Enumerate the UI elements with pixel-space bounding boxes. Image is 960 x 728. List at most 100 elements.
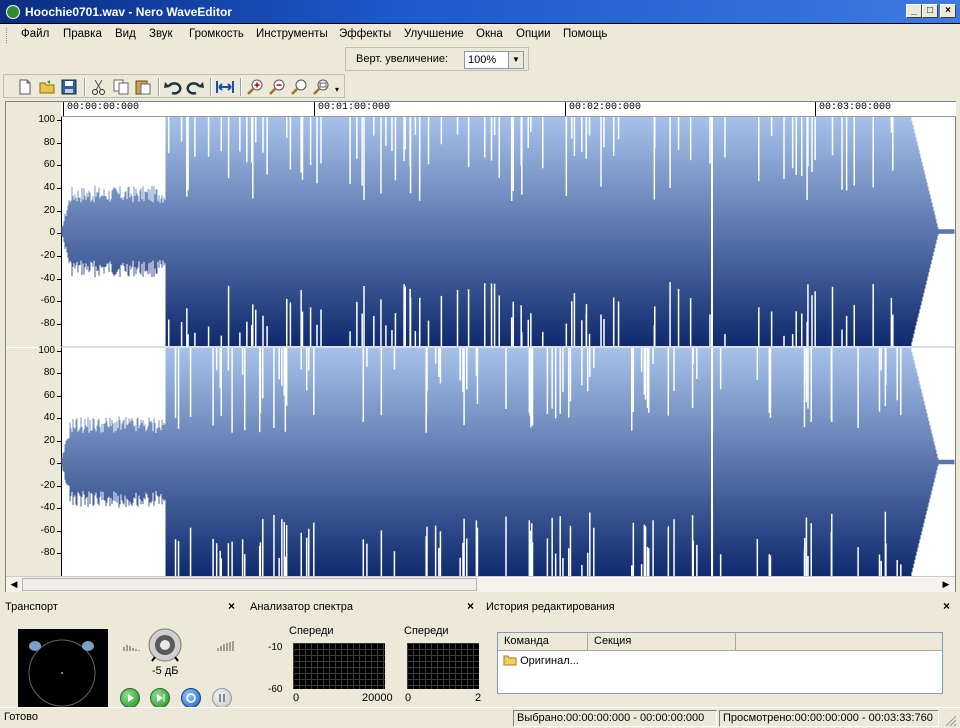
volume-value: -5 дБ: [152, 665, 179, 677]
new-file-icon[interactable]: [16, 78, 34, 96]
y-axis-channel-2: 100 80 60 40 20 0 -20 -40 -60 -80: [6, 345, 61, 576]
zoom-selection-icon[interactable]: [290, 78, 308, 96]
status-viewed: Просмотрено:00:00:00:000 - 00:03:33:760: [719, 710, 939, 727]
transport-scope: [18, 629, 108, 707]
column-header-section[interactable]: Секция: [588, 633, 736, 651]
paste-icon[interactable]: [134, 78, 152, 96]
status-ready: Готово: [4, 711, 38, 723]
y-axis-label: 0: [49, 227, 55, 239]
ruler-label: 00:02:00:000: [569, 102, 642, 113]
menu-tools[interactable]: Инструменты: [256, 28, 328, 40]
y-axis-label: 40: [43, 181, 55, 193]
y-axis-label: 60: [43, 389, 55, 401]
close-button[interactable]: ×: [940, 4, 956, 18]
redo-icon[interactable]: [186, 78, 204, 96]
menu-help[interactable]: Помощь: [563, 28, 607, 40]
column-header-filler: [736, 633, 942, 651]
save-icon[interactable]: [60, 78, 78, 96]
menu-grip: [6, 28, 9, 43]
y-axis-label: 100: [38, 114, 55, 125]
history-row[interactable]: Оригинал...: [503, 654, 579, 667]
waveform-channel-1[interactable]: [61, 117, 955, 346]
spectrum-x-min: 0: [293, 692, 300, 704]
toolbar-overflow-icon[interactable]: ▾: [335, 85, 339, 94]
copy-icon[interactable]: [112, 78, 130, 96]
y-axis-label: -60: [40, 295, 55, 307]
y-axis-label: -40: [40, 502, 55, 514]
minimize-button[interactable]: _: [906, 4, 922, 18]
resize-grip-icon[interactable]: [944, 714, 957, 727]
y-axis-label: 40: [43, 412, 55, 424]
zoom-in-icon[interactable]: [246, 78, 264, 96]
close-icon[interactable]: ×: [228, 599, 235, 613]
status-bar: Готово Выбрано:00:00:00:000 - 00:00:00:0…: [0, 707, 960, 728]
window-title: Hoochie0701.wav - Nero WaveEditor: [25, 5, 232, 19]
menu-edit[interactable]: Правка: [63, 28, 102, 40]
horizontal-scrollbar[interactable]: ◀ ▶: [6, 576, 955, 592]
open-folder-icon[interactable]: [38, 78, 56, 96]
scrollbar-thumb[interactable]: [22, 578, 477, 591]
menu-file[interactable]: Файл: [21, 28, 49, 40]
zoom-out-icon[interactable]: [268, 78, 286, 96]
history-table[interactable]: Команда Секция Оригинал...: [497, 632, 943, 694]
cut-icon[interactable]: [90, 78, 108, 96]
menu-effects[interactable]: Эффекты: [339, 28, 391, 40]
title-bar: Hoochie0701.wav - Nero WaveEditor _ □ ×: [0, 0, 960, 24]
waveform-channel-2[interactable]: [61, 348, 955, 576]
status-selected: Выбрано:00:00:00:000 - 00:00:00:000: [513, 710, 717, 727]
waveform-path: [61, 348, 955, 576]
vertical-zoom-toolbar: Верт. увеличение: 100% ▼: [345, 47, 529, 71]
pause-button[interactable]: [212, 688, 232, 708]
scroll-left-icon[interactable]: ◀: [7, 578, 21, 591]
vertical-zoom-value: 100%: [468, 54, 497, 66]
y-axis-label: -20: [40, 479, 55, 491]
y-axis-label: 20: [43, 434, 55, 446]
close-icon[interactable]: ×: [943, 599, 950, 613]
time-ruler[interactable]: 00:00:00:000 00:01:00:000 00:02:00:000 0…: [61, 102, 956, 117]
toolbar-separator: [84, 78, 86, 96]
nero-app-icon[interactable]: [6, 5, 20, 19]
y-axis-label: -20: [40, 249, 55, 261]
waveform-canvas[interactable]: [61, 117, 955, 576]
play-selection-button[interactable]: [150, 688, 170, 708]
level-high-icon: [217, 641, 234, 651]
dropdown-arrow-icon[interactable]: ▼: [508, 52, 523, 68]
scroll-right-icon[interactable]: ▶: [939, 578, 953, 591]
spectrum-left-channel-label: Спереди: [289, 625, 334, 637]
menu-windows[interactable]: Окна: [476, 28, 503, 40]
folder-icon: [503, 655, 517, 666]
menu-sound[interactable]: Звук: [149, 28, 173, 40]
menu-enhancement[interactable]: Улучшение: [404, 28, 464, 40]
spectrum-right-x-max: 2: [475, 692, 482, 704]
y-axis-label: 20: [43, 204, 55, 216]
waveform-editor[interactable]: 00:00:00:000 00:01:00:000 00:02:00:000 0…: [5, 101, 956, 592]
undo-icon[interactable]: [164, 78, 182, 96]
ruler-label: 00:01:00:000: [318, 102, 391, 113]
column-header-command[interactable]: Команда: [498, 633, 588, 651]
menu-view[interactable]: Вид: [115, 28, 136, 40]
y-axis-label: 100: [38, 345, 55, 356]
main-toolbar: ▾: [3, 74, 345, 98]
spectrum-title: Анализатор спектра: [250, 601, 354, 613]
zoom-full-icon[interactable]: [312, 78, 330, 96]
spectrum-y-bottom: -60: [268, 684, 283, 695]
maximize-button[interactable]: □: [922, 4, 938, 18]
history-row-label: Оригинал...: [520, 655, 579, 667]
volume-knob[interactable]: [146, 628, 184, 664]
y-axis-label: 0: [49, 457, 55, 469]
spectrum-left-display: [293, 643, 385, 689]
close-icon[interactable]: ×: [467, 599, 474, 613]
spectrum-right-display: [407, 643, 479, 689]
transport-title: Транспорт: [5, 601, 58, 613]
menu-options[interactable]: Опции: [516, 28, 551, 40]
menu-volume[interactable]: Громкость: [189, 28, 244, 40]
toolbar-separator: [158, 78, 160, 96]
y-axis-label: 80: [43, 367, 55, 379]
play-button[interactable]: [120, 688, 140, 708]
y-axis-label: -80: [40, 547, 55, 559]
spectrum-right-channel-label: Спереди: [404, 625, 449, 637]
vertical-zoom-select[interactable]: 100% ▼: [464, 51, 524, 69]
loop-button[interactable]: [181, 688, 201, 708]
y-axis-label: -40: [40, 272, 55, 284]
fit-width-icon[interactable]: [216, 78, 234, 96]
